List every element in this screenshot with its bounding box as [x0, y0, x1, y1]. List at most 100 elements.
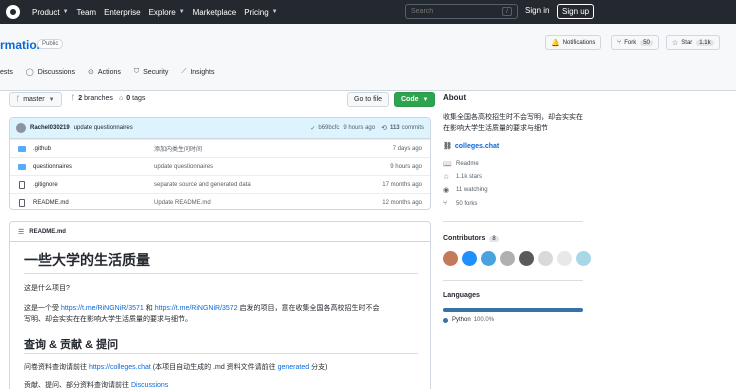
readme-subheading: 查询 & 贡献 & 提问 [24, 339, 119, 351]
file-commit-message[interactable]: update questionnaires [154, 164, 213, 170]
nav-product[interactable]: Product ▼ [32, 8, 69, 17]
about-description: 收集全国各高校招生时不会写明，却会实实在在影响大学生活质量的要求与细节 [443, 114, 583, 132]
divider [443, 221, 583, 222]
stars-link[interactable]: ☆ 1.1k stars [443, 173, 482, 181]
nav-pricing[interactable]: Pricing ▼ [244, 8, 277, 17]
file-list: Rachel030219 update questionnaires ✓ b69… [9, 117, 431, 210]
folder-icon [18, 145, 26, 152]
file-commit-message[interactable]: 添加内类生问时间 [154, 144, 202, 153]
list-icon[interactable]: ☰ [18, 228, 24, 236]
language-item[interactable]: Python 100.0% [443, 317, 494, 323]
forks-link[interactable]: ⑂ 50 forks [443, 200, 477, 207]
branches-link[interactable]: ᚴ 2 branches [71, 95, 113, 102]
commit-message[interactable]: update questionnaires [74, 125, 133, 131]
sign-in-link[interactable]: Sign in [525, 6, 549, 15]
nav-team[interactable]: Team [77, 8, 97, 17]
fork-button[interactable]: ⑂ Fork 50 [611, 35, 659, 50]
folder-icon [18, 163, 26, 170]
contributors-heading[interactable]: Contributors 8 [443, 235, 499, 242]
history-icon: ⟲ [381, 125, 387, 132]
readme-link[interactable]: https://t.me/RiNGNiR/3572 [155, 305, 238, 312]
global-header: Product ▼ Team Enterprise Explore ▼ Market… [0, 0, 736, 24]
repo-header: rmation Public 🔔 Notifications ⑂ Fork 50… [0, 24, 736, 91]
avatar[interactable] [443, 251, 458, 266]
tab-actions[interactable]: ⊙ Actions [88, 68, 121, 77]
avatar[interactable] [500, 251, 515, 266]
chevron-down-icon: ▼ [62, 9, 69, 15]
notifications-button[interactable]: 🔔 Notifications [545, 35, 602, 50]
commit-hash[interactable]: b69bcfc [318, 125, 339, 131]
search-box[interactable]: / [405, 4, 518, 19]
file-date: 17 months ago [382, 181, 422, 188]
readme-link[interactable]: Discussions [131, 382, 168, 389]
table-row: .gitignore separate source and generated… [10, 175, 430, 193]
chevron-down-icon: ▼ [48, 96, 55, 103]
github-logo-icon[interactable] [6, 5, 20, 19]
sign-up-button[interactable]: Sign up [557, 4, 595, 19]
bell-icon: 🔔 [551, 39, 560, 47]
readme-question: 这是什么项目? [24, 285, 70, 292]
readme-link[interactable]: https://colleges.chat [89, 364, 151, 371]
avatar[interactable] [576, 251, 591, 266]
tag-icon: ⌂ [119, 95, 124, 102]
tab-insights[interactable]: ⟋ Insights [181, 68, 214, 76]
file-name[interactable]: questionnaires [33, 164, 72, 170]
table-row: questionnaires update questionnaires 9 h… [10, 157, 430, 175]
search-shortcut-key: / [502, 7, 512, 16]
star-count: 1.1k [696, 39, 714, 46]
contributors-list [443, 251, 595, 266]
eye-icon: ◉ [443, 187, 450, 194]
file-date: 12 months ago [382, 199, 422, 206]
nav-marketplace[interactable]: Marketplace [193, 8, 237, 17]
readme-link[interactable]: 📖 Readme [443, 160, 479, 168]
file-commit-message[interactable]: Update README.md [154, 200, 211, 206]
tab-pull-requests[interactable]: ests [0, 69, 13, 76]
repo-tabs: ests ◯ Discussions ⊙ Actions ⛉ Security ⟋ In… [0, 62, 227, 82]
file-name[interactable]: .github [33, 146, 51, 152]
branch-select[interactable]: ᚴ master ▼ [9, 92, 62, 107]
fork-icon: ⑂ [443, 200, 448, 207]
go-to-file-button[interactable]: Go to file [347, 92, 390, 107]
nav-explore[interactable]: Explore ▼ [149, 8, 185, 17]
avatar[interactable] [538, 251, 553, 266]
avatar[interactable] [481, 251, 496, 266]
star-button[interactable]: ☆ Star 1.1k [666, 35, 720, 50]
file-commit-message[interactable]: separate source and generated data [154, 182, 251, 188]
avatar[interactable] [16, 123, 26, 133]
graph-icon: ⟋ [181, 68, 187, 75]
check-icon: ✓ [310, 125, 316, 132]
visibility-badge: Public [37, 39, 64, 49]
watching-link[interactable]: ◉ 11 watching [443, 186, 488, 194]
tags-link[interactable]: ⌂ 0 tags [119, 95, 145, 102]
tab-discussions[interactable]: ◯ Discussions [26, 68, 75, 77]
readme-link[interactable]: https://t.me/RiNGNiR/3571 [61, 305, 144, 312]
readme-paragraph-line: 写明、却会实实在在影响大学生活质量的要求与细节。 [24, 316, 192, 323]
commits-label[interactable]: commits [402, 125, 424, 131]
languages-heading: Languages [443, 292, 480, 299]
file-icon [19, 198, 25, 207]
avatar[interactable] [557, 251, 572, 266]
file-name[interactable]: README.md [33, 200, 69, 206]
readme-panel: ☰ README.md 一些大学的生活质量 这是什么项目? 这是一个受 http… [9, 221, 431, 389]
commits-count[interactable]: 113 [390, 125, 400, 131]
search-input[interactable] [411, 8, 501, 15]
branch-icon: ᚴ [16, 96, 21, 103]
file-name[interactable]: .gitignore [33, 182, 58, 188]
table-row: README.md Update README.md 12 months ago [10, 193, 430, 209]
fork-count: 50 [640, 39, 653, 46]
website-link[interactable]: ⛓ colleges.chat [443, 142, 499, 151]
code-button[interactable]: Code ▼ [394, 92, 436, 107]
file-date: 7 days ago [392, 145, 422, 152]
commit-author[interactable]: Rachel030219 [30, 125, 70, 131]
file-icon [19, 180, 25, 189]
divider [443, 280, 583, 281]
readme-paragraph: 贡献、提问、部分资料查询请前往 Discussions [24, 382, 169, 389]
divider [24, 273, 418, 274]
readme-link[interactable]: generated [278, 364, 310, 371]
star-icon: ☆ [443, 174, 450, 181]
avatar[interactable] [462, 251, 477, 266]
star-icon: ☆ [672, 39, 679, 47]
nav-enterprise[interactable]: Enterprise [104, 8, 140, 17]
avatar[interactable] [519, 251, 534, 266]
tab-security[interactable]: ⛉ Security [134, 68, 169, 76]
